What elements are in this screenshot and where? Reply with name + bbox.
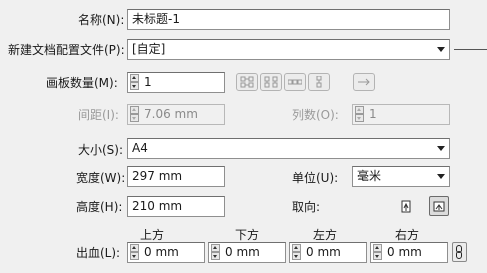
artboard-count-input[interactable]: 1: [127, 72, 225, 93]
grid-by-column-icon: [264, 76, 278, 88]
name-value: 未标题-1: [132, 12, 180, 26]
bleed-left-value: 0 mm: [306, 245, 341, 259]
bleed-right-value: 0 mm: [387, 245, 422, 259]
spacing-stepper[interactable]: [130, 106, 139, 123]
bleed-top-input[interactable]: 0 mm: [127, 242, 205, 263]
grid-by-row-icon: [240, 76, 254, 88]
name-input[interactable]: 未标题-1: [127, 9, 450, 30]
bleed-right-label: 右方: [395, 228, 420, 242]
size-value: A4: [132, 141, 148, 155]
bleed-bottom-label: 下方: [235, 228, 260, 242]
height-label: 高度(H):: [76, 200, 123, 214]
landscape-icon: [433, 201, 445, 212]
name-label: 名称(N):: [78, 13, 125, 27]
bleed-top-value: 0 mm: [144, 245, 179, 259]
bleed-bottom-stepper[interactable]: [211, 244, 220, 261]
width-label: 宽度(W):: [76, 171, 126, 185]
arrange-by-column-icon: [316, 76, 322, 88]
width-value: 297 mm: [132, 169, 183, 183]
bleed-top-label: 上方: [140, 228, 165, 242]
size-dropdown[interactable]: A4: [127, 138, 450, 159]
bleed-bottom-value: 0 mm: [225, 245, 260, 259]
profile-leader-line: [454, 49, 487, 50]
bleed-bottom-input[interactable]: 0 mm: [208, 242, 286, 263]
units-dropdown[interactable]: 毫米: [352, 166, 450, 187]
width-input[interactable]: 297 mm: [127, 166, 225, 187]
size-label: 大小(S):: [78, 143, 124, 157]
artboard-count-label: 画板数量(M):: [46, 76, 118, 90]
bleed-left-label: 左方: [313, 228, 338, 242]
profile-label: 新建文档配置文件(P):: [8, 43, 125, 57]
arrange-by-row-icon: [288, 79, 302, 85]
bleed-left-stepper[interactable]: [292, 244, 301, 261]
columns-input[interactable]: 1: [352, 104, 450, 125]
units-label: 单位(U):: [292, 171, 339, 185]
arrange-by-column-button[interactable]: [308, 73, 330, 91]
portrait-button[interactable]: [396, 196, 416, 216]
landscape-button[interactable]: [429, 196, 449, 216]
spacing-value: 7.06 mm: [144, 107, 198, 121]
spacing-label: 间距(I):: [78, 108, 119, 122]
columns-stepper[interactable]: [355, 106, 364, 123]
profile-value: [自定]: [132, 42, 166, 56]
right-to-left-arrow-icon: [358, 78, 370, 86]
height-input[interactable]: 210 mm: [127, 196, 225, 217]
columns-value: 1: [369, 107, 377, 121]
bleed-top-stepper[interactable]: [130, 244, 139, 261]
grid-by-column-button[interactable]: [260, 73, 282, 91]
bleed-right-input[interactable]: 0 mm: [370, 242, 448, 263]
bleed-link-button[interactable]: [452, 242, 467, 262]
bleed-label: 出血(L):: [76, 246, 121, 260]
columns-label: 列数(O):: [292, 108, 339, 122]
height-value: 210 mm: [132, 199, 183, 213]
artboard-count-value: 1: [144, 75, 152, 89]
spacing-input[interactable]: 7.06 mm: [127, 104, 225, 125]
profile-dropdown[interactable]: [自定]: [127, 39, 450, 60]
chevron-down-icon: [437, 174, 445, 179]
orientation-label: 取向:: [292, 200, 321, 214]
bleed-left-input[interactable]: 0 mm: [289, 242, 367, 263]
units-value: 毫米: [357, 169, 382, 183]
chain-link-icon: [456, 245, 462, 259]
right-to-left-button[interactable]: [353, 73, 375, 91]
chevron-down-icon: [437, 47, 445, 52]
arrange-by-row-button[interactable]: [284, 73, 306, 91]
artboard-count-stepper[interactable]: [130, 74, 139, 91]
portrait-icon: [401, 200, 411, 213]
grid-by-row-button[interactable]: [236, 73, 258, 91]
chevron-down-icon: [437, 146, 445, 151]
bleed-right-stepper[interactable]: [373, 244, 382, 261]
